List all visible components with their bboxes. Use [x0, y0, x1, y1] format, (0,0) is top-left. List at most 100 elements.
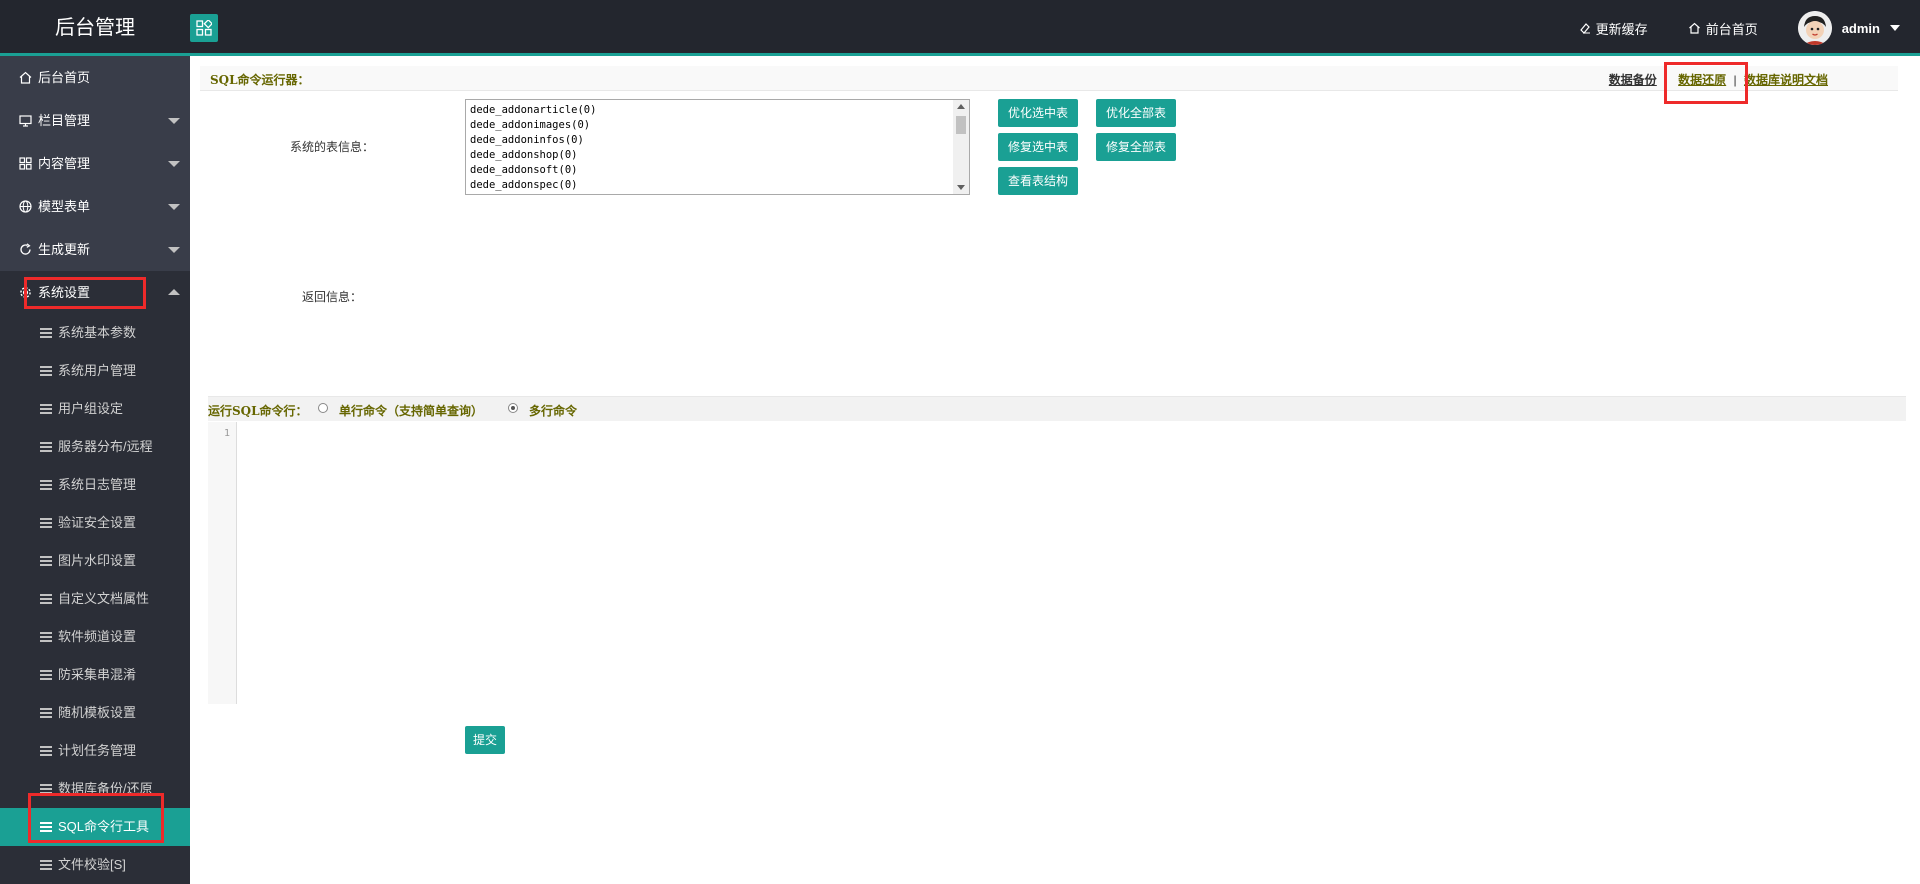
list-item[interactable]: dede_addoninfos(0) [470, 133, 951, 148]
sidebar-subitem-label: 用户组设定 [58, 401, 124, 416]
sidebar-subitem-label: 系统基本参数 [58, 325, 137, 340]
sidebar-subitem-label: 图片水印设置 [58, 553, 137, 568]
sidebar-subitem-label: 系统日志管理 [58, 477, 137, 492]
sidebar-subitem-label: 服务器分布/远程 [58, 439, 153, 454]
frontend-home-link[interactable]: 前台首页 [1688, 19, 1758, 38]
sidebar-item-label: 模型表单 [38, 199, 91, 214]
optimize-all-button[interactable]: 优化全部表 [1096, 99, 1177, 127]
single-line-radio[interactable] [318, 403, 328, 413]
sql-code-area[interactable] [238, 422, 1906, 704]
chevron-down-icon [168, 161, 180, 167]
sidebar-subitem[interactable]: 随机模板设置 [0, 694, 190, 732]
scroll-up-icon[interactable] [957, 104, 965, 109]
sidebar-subitem[interactable]: 系统基本参数 [0, 314, 190, 352]
sql-editor[interactable]: 1 [208, 422, 1906, 704]
frontend-home-label: 前台首页 [1705, 21, 1758, 37]
sidebar-subitem[interactable]: 验证安全设置 [0, 504, 190, 542]
sidebar-item-home[interactable]: 后台首页 [0, 56, 190, 99]
scroll-down-icon[interactable] [957, 185, 965, 190]
list-item[interactable]: dede_addonshop(0) [470, 148, 951, 163]
home-icon [1688, 22, 1700, 34]
grid-toggle-icon [196, 20, 212, 36]
menu-lines-icon [40, 518, 52, 528]
grid-icon [19, 157, 32, 170]
submit-button[interactable]: 提交 [465, 726, 506, 754]
chevron-down-icon[interactable] [1890, 25, 1900, 31]
single-line-label[interactable]: 单行命令（支持简单查询） [339, 402, 483, 419]
home-icon [19, 71, 32, 84]
menu-lines-icon [40, 556, 52, 566]
sidebar-item-generate[interactable]: 生成更新 [0, 228, 190, 271]
db-docs-link[interactable]: 数据库说明文档 [1744, 73, 1828, 87]
sidebar-subitem[interactable]: 自定义文档属性 [0, 580, 190, 618]
list-item[interactable]: dede_addonimages(0) [470, 118, 951, 133]
menu-lines-icon [40, 480, 52, 490]
list-item[interactable]: dede_addonarticle(0) [470, 103, 951, 118]
sidebar-item-label: 后台首页 [38, 70, 91, 85]
sidebar-subitem[interactable]: 文件校验[S] [0, 846, 190, 884]
sidebar-subitem[interactable]: 服务器分布/远程 [0, 428, 190, 466]
avatar[interactable] [1797, 11, 1832, 45]
menu-lines-icon [40, 746, 52, 756]
view-structure-button[interactable]: 查看表结构 [998, 167, 1079, 195]
chevron-down-icon [168, 247, 180, 253]
sidebar-subitem-label: 计划任务管理 [58, 743, 137, 758]
chevron-down-icon [168, 118, 180, 124]
highlight-sql-tool [28, 793, 164, 843]
list-item[interactable]: dede_addonspec(0) [470, 178, 951, 193]
sidebar-item-columns[interactable]: 栏目管理 [0, 99, 190, 142]
highlight-system-settings [24, 277, 146, 309]
update-cache-label: 更新缓存 [1595, 21, 1648, 37]
globe-icon [19, 200, 32, 213]
top-bar: 后台管理 更新缓存 前台首页 admin [0, 0, 1920, 56]
highlight-data-restore [1664, 62, 1748, 104]
sidebar-subitem[interactable]: 软件频道设置 [0, 618, 190, 656]
scroll-thumb[interactable] [956, 116, 966, 134]
multi-line-label[interactable]: 多行命令 [529, 402, 577, 419]
table-select-list[interactable]: dede_addonarticle(0) dede_addonimages(0)… [465, 99, 970, 195]
menu-lines-icon [40, 860, 52, 870]
sidebar-subitem-label: 系统用户管理 [58, 363, 137, 378]
list-scrollbar[interactable] [953, 100, 969, 194]
sidebar-subitem[interactable]: 系统用户管理 [0, 352, 190, 390]
sidebar-subitem[interactable]: 系统日志管理 [0, 466, 190, 504]
sidebar-item-content[interactable]: 内容管理 [0, 142, 190, 185]
sidebar-subitem-label: 文件校验[S] [58, 857, 126, 872]
sidebar-subitem[interactable]: 计划任务管理 [0, 732, 190, 770]
page-title: SQL命令运行器： [210, 73, 310, 87]
app-title: 后台管理 [55, 17, 135, 39]
menu-lines-icon [40, 708, 52, 718]
sidebar-item-label: 生成更新 [38, 242, 91, 257]
menu-lines-icon [40, 442, 52, 452]
sidebar-item-model-forms[interactable]: 模型表单 [0, 185, 190, 228]
menu-lines-icon [40, 366, 52, 376]
sidebar-subitem-label: 软件频道设置 [58, 629, 137, 644]
optimize-selected-button[interactable]: 优化选中表 [998, 99, 1079, 127]
menu-lines-icon [40, 632, 52, 642]
sidebar-subitem[interactable]: 用户组设定 [0, 390, 190, 428]
monitor-icon [19, 115, 32, 127]
sidebar-subitem-label: 验证安全设置 [58, 515, 137, 530]
multi-line-radio[interactable] [508, 403, 518, 413]
return-info-label: 返回信息： [302, 290, 363, 304]
editor-gutter: 1 [208, 422, 237, 704]
user-name[interactable]: admin [1842, 21, 1880, 36]
update-cache-link[interactable]: 更新缓存 [1579, 19, 1648, 38]
data-backup-link[interactable]: 数据备份 [1609, 73, 1657, 87]
sidebar-toggle-button[interactable] [190, 14, 218, 42]
main-content: SQL命令运行器： 数据备份 数据还原 | 数据库说明文档 系统的表信息： de… [190, 56, 1920, 884]
sidebar-item-label: 内容管理 [38, 156, 91, 171]
avatar-icon [1797, 11, 1832, 45]
sidebar-item-label: 栏目管理 [38, 113, 91, 128]
sidebar-subitem[interactable]: 防采集串混淆 [0, 656, 190, 694]
repair-selected-button[interactable]: 修复选中表 [998, 133, 1079, 161]
repair-all-button[interactable]: 修复全部表 [1096, 133, 1177, 161]
run-sql-bar: 运行SQL命令行： 单行命令（支持简单查询） 多行命令 [208, 396, 1906, 421]
line-number: 1 [223, 428, 230, 439]
list-item[interactable]: dede_addonsoft(0) [470, 163, 951, 178]
menu-lines-icon [40, 670, 52, 680]
table-info-label: 系统的表信息： [290, 140, 375, 154]
menu-lines-icon [40, 328, 52, 338]
sidebar: 后台首页 栏目管理 内容管理 模型表单 生成更新 系统设置 系统基本参数 系统用… [0, 56, 190, 884]
sidebar-subitem[interactable]: 图片水印设置 [0, 542, 190, 580]
